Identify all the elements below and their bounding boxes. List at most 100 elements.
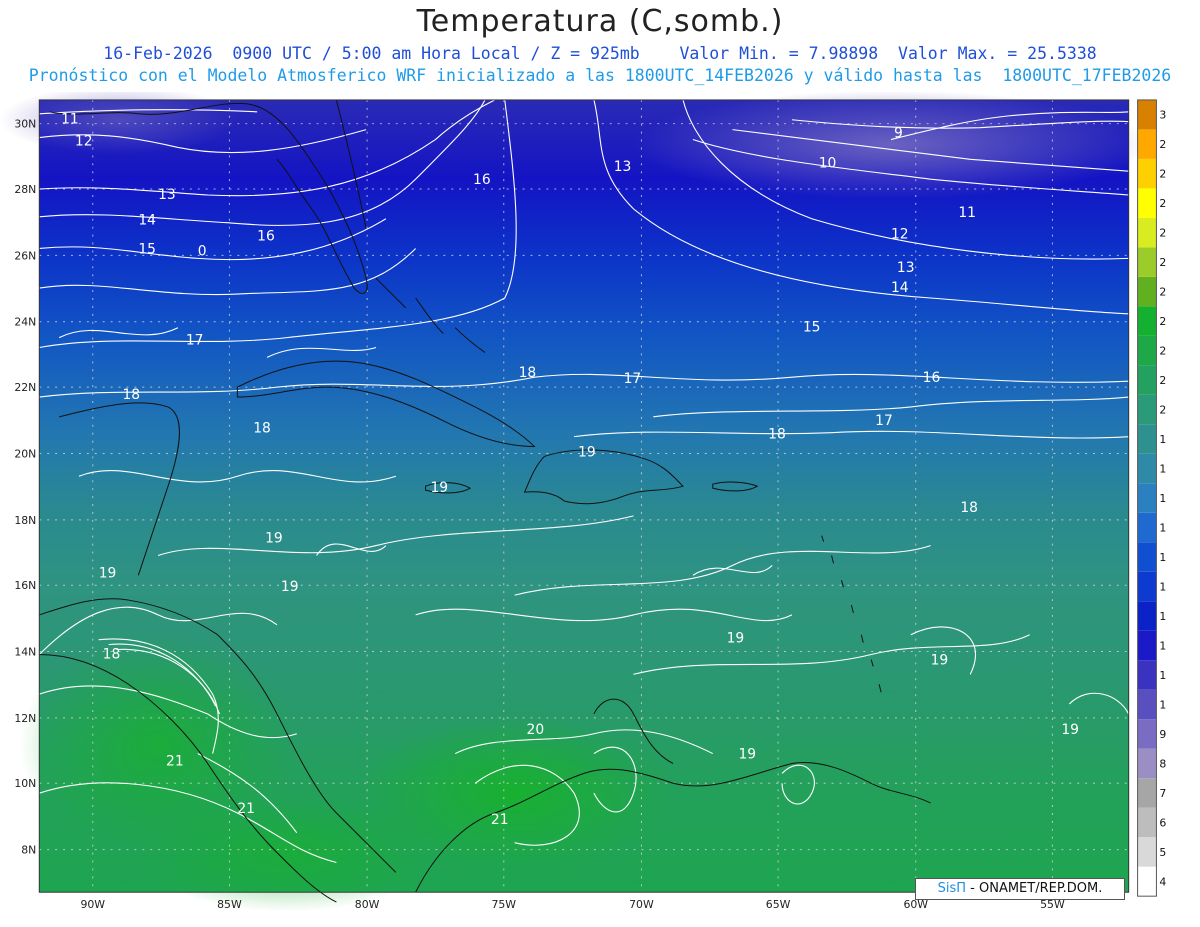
colorbar-swatch-27 xyxy=(1137,188,1157,218)
map-title: Temperatura (C,somb.) xyxy=(416,4,784,39)
colorbar-label: 25 xyxy=(1159,256,1166,269)
colorbar-swatch-20 xyxy=(1137,394,1157,425)
colorbar-swatch-8 xyxy=(1137,748,1157,779)
lat-label: 14N xyxy=(14,646,36,659)
colorbar-swatch-17 xyxy=(1137,483,1157,513)
colorbar-label: 10 xyxy=(1159,698,1166,711)
contour-label: 18 xyxy=(519,365,537,381)
contour-label: 21 xyxy=(237,801,255,817)
colorbar-label: 21 xyxy=(1159,374,1166,387)
colorbar-swatch-29 xyxy=(1137,129,1157,159)
lat-label: 22N xyxy=(14,381,36,394)
contour-label: 14 xyxy=(891,280,909,296)
lat-label: 30N xyxy=(14,118,36,131)
credit-box: SisΠ - ONAMET/REP.DOM. xyxy=(915,878,1125,900)
colorbar-label: 6 xyxy=(1159,816,1166,829)
lon-label: 55W xyxy=(1040,898,1065,911)
colorbar-label: 19 xyxy=(1159,433,1166,446)
contour-label: 19 xyxy=(578,444,596,460)
colorbar-swatch-10 xyxy=(1137,689,1157,720)
contour-label: 18 xyxy=(768,427,786,443)
contour-label: 12 xyxy=(891,227,909,243)
contour-label: 19 xyxy=(738,747,756,763)
colorbar-swatch-13 xyxy=(1137,601,1157,631)
colorbar-label: 5 xyxy=(1159,846,1166,859)
colorbar-label: 14 xyxy=(1159,580,1166,593)
colorbar-swatch-24 xyxy=(1137,276,1157,307)
contour-label: 17 xyxy=(186,333,204,349)
colorbar-label: 28 xyxy=(1159,168,1166,181)
colorbar-label: 17 xyxy=(1159,492,1166,505)
colorbar-swatch-23 xyxy=(1137,306,1157,336)
contour-label: 18 xyxy=(960,500,978,516)
contour-label: 18 xyxy=(122,387,140,403)
contour-label: 17 xyxy=(624,371,642,387)
contour-label: 19 xyxy=(1061,722,1079,738)
lon-label: 85W xyxy=(217,898,242,911)
contour-label: 10 xyxy=(819,155,837,171)
lat-label: 26N xyxy=(14,249,36,262)
lat-label: 16N xyxy=(14,579,36,592)
contour-label: 19 xyxy=(931,652,949,668)
contour-label: 19 xyxy=(727,631,745,647)
contour-label: 21 xyxy=(166,753,184,769)
colorbar-swatch-6 xyxy=(1137,807,1157,838)
colorbar-label: 4 xyxy=(1159,875,1166,888)
colorbar-label: 13 xyxy=(1159,610,1166,623)
colorbar-label: 7 xyxy=(1159,787,1166,800)
colorbar-label: 23 xyxy=(1159,315,1166,328)
colorbar-label: 15 xyxy=(1159,551,1166,564)
contour-label: 20 xyxy=(527,722,545,738)
colorbar-swatch-5 xyxy=(1137,837,1157,867)
contour-label: 18 xyxy=(103,646,121,662)
contour-label: 14 xyxy=(138,213,156,229)
contour-label: 16 xyxy=(473,172,491,188)
colorbar-swatch-15 xyxy=(1137,542,1157,572)
lon-label: 90W xyxy=(80,898,105,911)
lon-label: 80W xyxy=(355,898,380,911)
subtitle-valid-time: 16-Feb-2026 0900 UTC / 5:00 am Hora Loca… xyxy=(103,44,1097,63)
colorbar-swatch-19 xyxy=(1137,424,1157,454)
colorbar-swatch-4 xyxy=(1137,866,1157,897)
colorbar-label: 8 xyxy=(1159,757,1166,770)
colorbar-swatch-9 xyxy=(1137,719,1157,749)
lat-label: 20N xyxy=(14,447,36,460)
contour-label: 9 xyxy=(894,126,903,142)
contour-label: 11 xyxy=(61,112,79,128)
colorbar-label: 16 xyxy=(1159,522,1166,535)
longitude-labels: 90W 85W 80W 75W 70W 65W 60W 55W xyxy=(80,898,1064,911)
colorbar-label: 27 xyxy=(1159,197,1166,210)
lat-label: 24N xyxy=(14,316,36,329)
contour-label: 13 xyxy=(897,260,915,276)
colorbar-swatch-22 xyxy=(1137,335,1157,366)
colorbar-swatch-16 xyxy=(1137,512,1157,543)
colorbar-swatch-12 xyxy=(1137,630,1157,661)
colorbar-label: 20 xyxy=(1159,404,1166,417)
contour-label: 15 xyxy=(138,241,156,257)
contour-label: 18 xyxy=(253,421,271,437)
colorbar-label: 26 xyxy=(1159,227,1166,240)
contour-label: 19 xyxy=(430,480,448,496)
contour-label: 0 xyxy=(198,243,207,259)
contour-label: 11 xyxy=(958,205,976,221)
contour-label: 19 xyxy=(265,531,283,547)
contour-label: 16 xyxy=(923,370,941,386)
subtitle-model-info: Pronóstico con el Modelo Atmosferico WRF… xyxy=(28,66,1172,85)
contour-label: 21 xyxy=(491,812,509,828)
colorbar-swatch-28 xyxy=(1137,158,1157,189)
colorbar-label: 22 xyxy=(1159,345,1166,358)
colorbar-swatch-18 xyxy=(1137,453,1157,484)
contour-label: 15 xyxy=(803,320,821,336)
lon-label: 60W xyxy=(903,898,928,911)
contour-label: 19 xyxy=(281,579,299,595)
lat-label: 10N xyxy=(14,777,36,790)
lon-label: 65W xyxy=(766,898,791,911)
contour-label: 19 xyxy=(99,565,117,581)
lon-label: 75W xyxy=(491,898,516,911)
sisp-logo-text: SisΠ xyxy=(937,881,967,896)
lat-label: 8N xyxy=(21,844,36,857)
lat-label: 12N xyxy=(14,712,36,725)
colorbar-swatch-14 xyxy=(1137,571,1157,602)
lat-label: 18N xyxy=(14,514,36,527)
colorbar: 4 5 6 7 8 9 10 11 12 13 14 15 16 17 18 19 20 21 22 23 24 25 26… xyxy=(1137,99,1166,897)
